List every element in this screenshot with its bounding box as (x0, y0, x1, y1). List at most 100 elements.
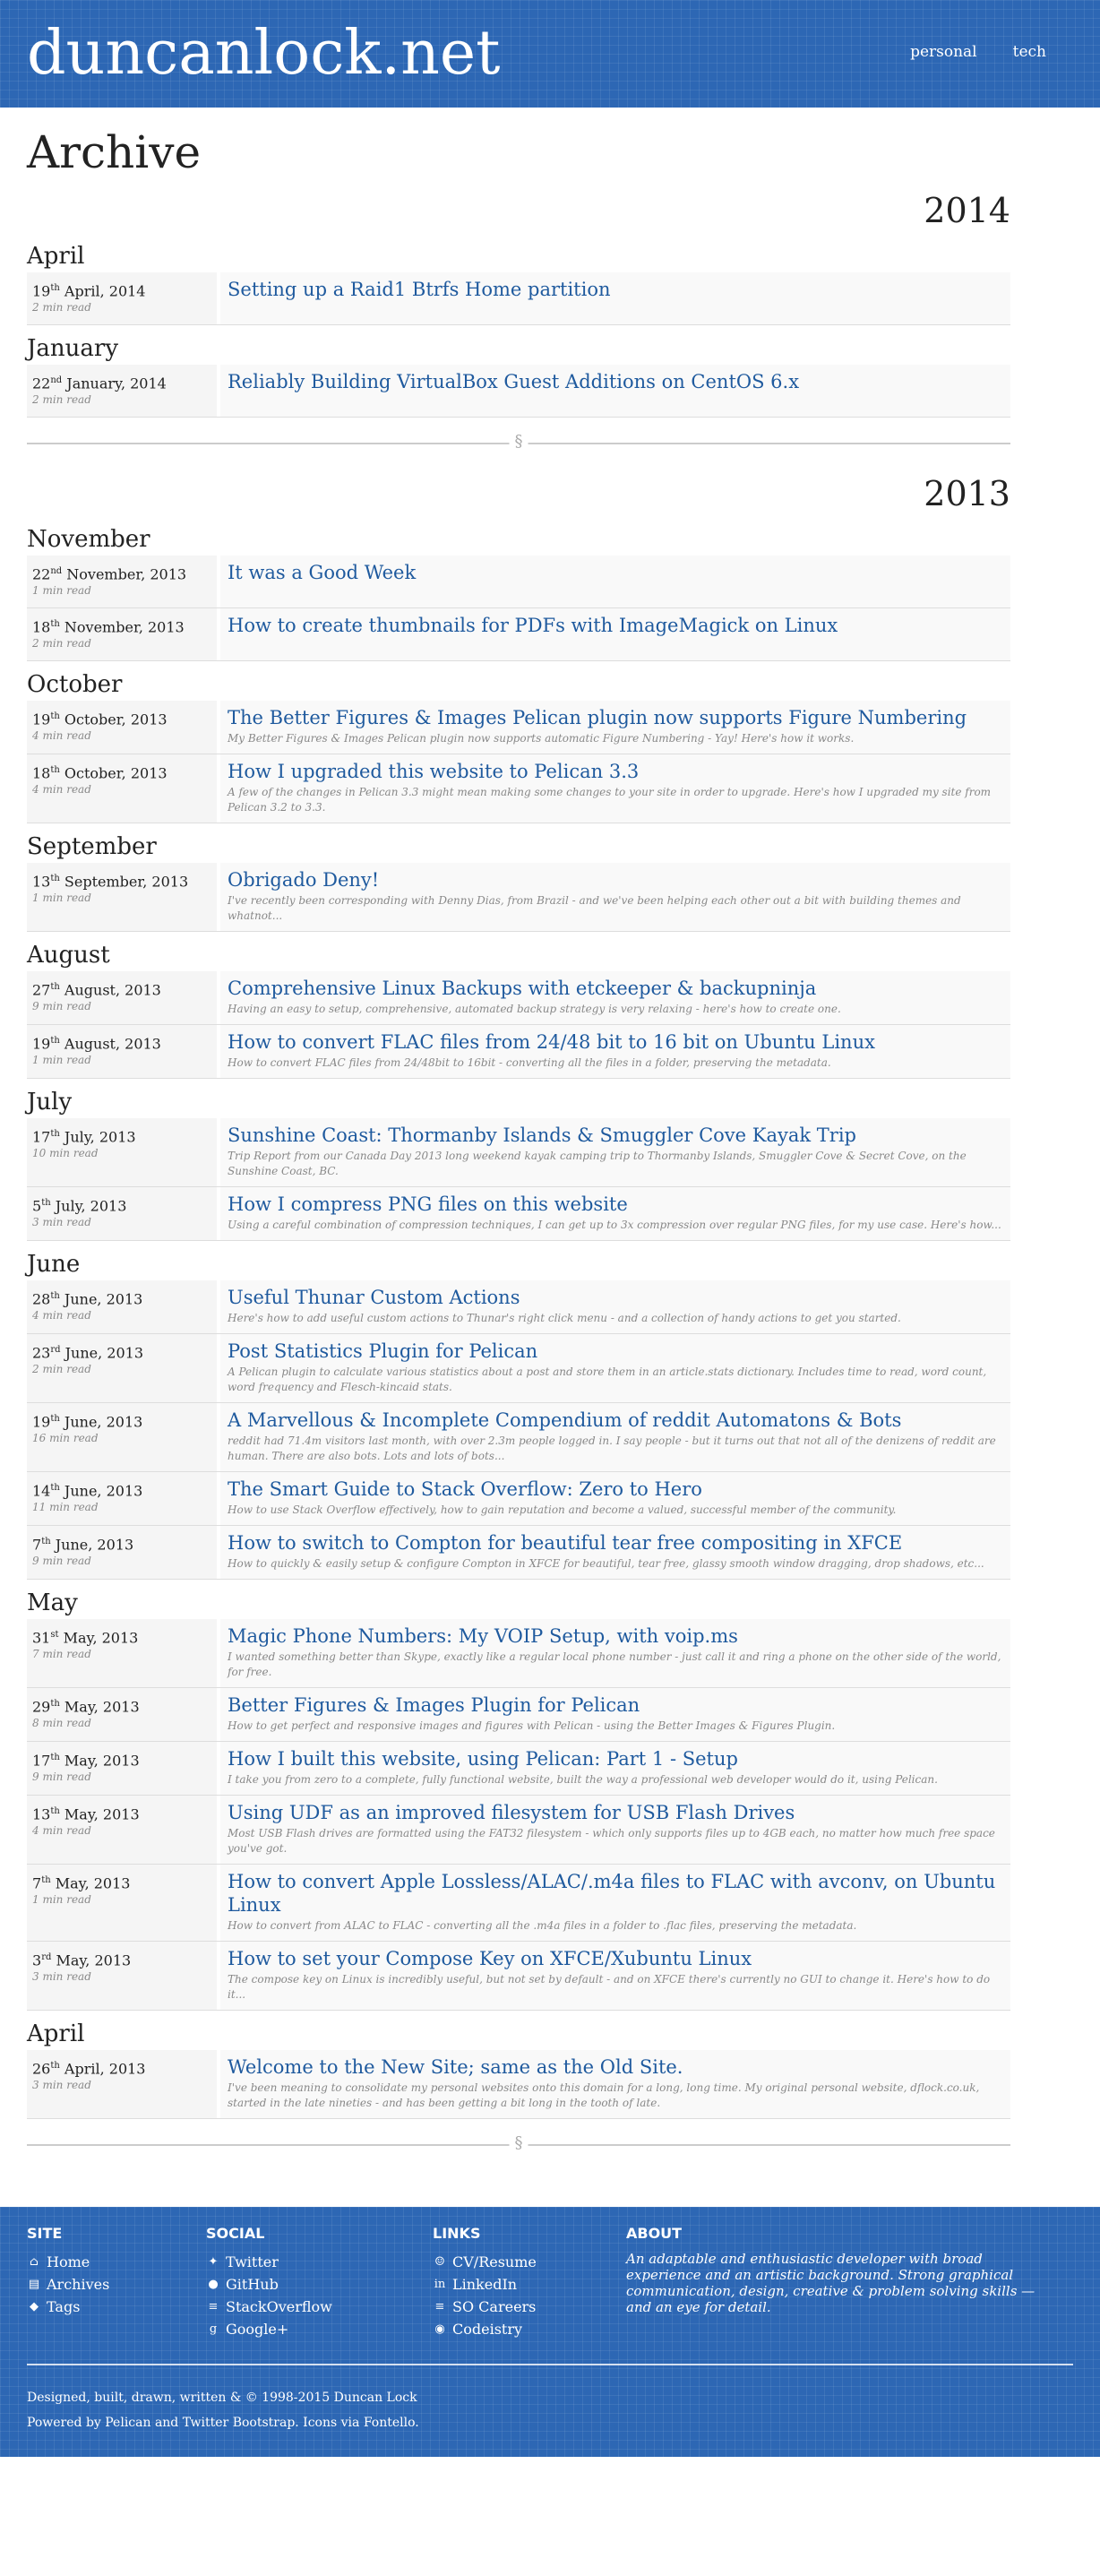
entry-title-link[interactable]: The Better Figures & Images Pelican plug… (228, 706, 1003, 729)
entry-title-link[interactable]: Obrigado Deny! (228, 868, 1003, 892)
footer-link-linkedin[interactable]: LinkedIn (452, 2273, 517, 2296)
footer-link-twitter[interactable]: Twitter (226, 2251, 279, 2273)
nav-link-personal[interactable]: personal (910, 43, 977, 61)
entry-body: Obrigado Deny! I've recently been corresp… (220, 863, 1010, 931)
month-heading: January (27, 335, 119, 362)
entry-title-link[interactable]: How to convert FLAC files from 24/48 bit… (228, 1030, 1003, 1054)
month-heading: November (27, 526, 150, 553)
footer-link-so-careers[interactable]: SO Careers (452, 2296, 536, 2318)
googleplus-icon: g (209, 2322, 218, 2336)
entry-date-day: 17 (32, 1752, 51, 1770)
month-heading: April (27, 2020, 85, 2047)
entry-body: How I built this website, using Pelican:… (220, 1742, 1010, 1795)
entry-date: 13th May, 2013 (32, 1803, 211, 1823)
entry-meta: 3rd May, 2013 3 min read (27, 1942, 217, 2010)
entry-title-link[interactable]: Welcome to the New Site; same as the Old… (228, 2055, 1003, 2079)
entry-date-rest: January, 2014 (62, 375, 167, 392)
archive-entry: 7th June, 2013 9 min read How to switch to… (27, 1526, 1010, 1580)
entry-summary: I've recently been corresponding with De… (228, 894, 961, 922)
entry-date: 28th June, 2013 (32, 1288, 211, 1308)
entry-read-time: 4 min read (32, 783, 91, 797)
entry-body: Using UDF as an improved filesystem for … (220, 1796, 1010, 1864)
footer-link-item: in LinkedIn (433, 2273, 626, 2296)
archive-entry: 23rd June, 2013 2 min read Post Statistics… (27, 1334, 1010, 1403)
entry-read-time: 1 min read (32, 1893, 91, 1907)
entry-date-rest: October, 2013 (59, 764, 168, 782)
entry-title-link[interactable]: How I compress PNG files on this website (228, 1193, 1003, 1216)
entry-date-rest: May, 2013 (59, 1805, 140, 1823)
entry-title-link[interactable]: How to convert Apple Lossless/ALAC/.m4a … (228, 1870, 1003, 1917)
entry-date-suffix: th (41, 1537, 51, 1546)
footer-credit: Designed, built, drawn, written & © 1998… (27, 2391, 417, 2405)
entry-date-rest: July, 2013 (59, 1128, 136, 1146)
footer-about-text: An adaptable and enthusiastic developer … (626, 2251, 1036, 2315)
entry-read-time: 11 min read (32, 1501, 99, 1514)
entry-title-link[interactable]: How I built this website, using Pelican:… (228, 1747, 1003, 1770)
entry-date-day: 7 (32, 1536, 42, 1554)
entry-date-suffix: th (50, 283, 60, 293)
footer-link-item: ☺ CV/Resume (433, 2251, 626, 2273)
entry-meta: 27th August, 2013 9 min read (27, 971, 217, 1024)
entry-summary: Having an easy to setup, comprehensive, … (228, 1003, 841, 1015)
entry-title-link[interactable]: Using UDF as an improved filesystem for … (228, 1801, 1003, 1824)
entry-date: 23rd June, 2013 (32, 1341, 211, 1362)
entry-title-link[interactable]: Sunshine Coast: Thormanby Islands & Smug… (228, 1124, 1003, 1147)
entry-read-time: 2 min read (32, 1363, 91, 1376)
entry-date-suffix: th (41, 1198, 51, 1208)
entry-title-link[interactable]: How to switch to Compton for beautiful t… (228, 1531, 1003, 1555)
nav-link-tech[interactable]: tech (1013, 43, 1046, 61)
entry-date-suffix: th (50, 1129, 60, 1139)
site-title[interactable]: duncanlock.net (27, 18, 501, 90)
entry-summary: reddit had 71.4m visitors last month, wi… (228, 1434, 996, 1462)
entry-date-rest: May, 2013 (58, 1629, 139, 1647)
month-heading: May (27, 1590, 78, 1616)
entry-date: 17th May, 2013 (32, 1749, 211, 1770)
entry-read-time: 10 min read (32, 1147, 99, 1160)
footer-link-item: ● GitHub (206, 2273, 433, 2296)
footer-link-home[interactable]: Home (47, 2251, 90, 2273)
footer-link-archives[interactable]: Archives (47, 2273, 109, 2296)
footer-link-cv-resume[interactable]: CV/Resume (452, 2251, 537, 2273)
entry-title-link[interactable]: A Marvellous & Incomplete Compendium of … (228, 1409, 1003, 1432)
entry-body: Reliably Building VirtualBox Guest Addit… (220, 365, 1010, 417)
entry-meta: 7th May, 2013 1 min read (27, 1865, 217, 1941)
entry-title-link[interactable]: It was a Good Week (228, 561, 1003, 584)
entry-title-link[interactable]: The Smart Guide to Stack Overflow: Zero … (228, 1478, 1003, 1501)
footer-columns: SITE ⌂ Home ▤ Archives ◆ Tags SOCIAL ✦ Twitter… (27, 2225, 1073, 2340)
footer-link-stackoverflow[interactable]: StackOverflow (226, 2296, 332, 2318)
entry-date-rest: August, 2013 (59, 1035, 161, 1053)
entry-meta: 5th July, 2013 3 min read (27, 1187, 217, 1240)
entry-summary: A few of the changes in Pelican 3.3 migh… (228, 786, 992, 814)
entry-title-link[interactable]: How to create thumbnails for PDFs with I… (228, 614, 1003, 637)
entry-meta: 18th November, 2013 2 min read (27, 608, 217, 660)
entry-read-time: 2 min read (32, 301, 91, 314)
entry-title-link[interactable]: How to set your Compose Key on XFCE/Xubu… (228, 1947, 1003, 1970)
site-footer: SITE ⌂ Home ▤ Archives ◆ Tags SOCIAL ✦ Twitter… (0, 2207, 1100, 2457)
footer-site-heading: SITE (27, 2225, 63, 2242)
entry-title-link[interactable]: Better Figures & Images Plugin for Pelic… (228, 1693, 1003, 1717)
entry-summary: How to quickly & easily setup & configur… (228, 1557, 984, 1570)
entry-title-link[interactable]: Post Statistics Plugin for Pelican (228, 1340, 1003, 1363)
entry-title-link[interactable]: Reliably Building VirtualBox Guest Addit… (228, 370, 1003, 393)
entry-title-link[interactable]: Magic Phone Numbers: My VOIP Setup, with… (228, 1624, 1003, 1648)
entry-title-link[interactable]: Setting up a Raid1 Btrfs Home partition (228, 278, 1003, 301)
entry-date-rest: May, 2013 (50, 1874, 131, 1892)
footer-link-github[interactable]: GitHub (226, 2273, 279, 2296)
entry-date-suffix: st (50, 1630, 59, 1640)
entry-title-link[interactable]: Useful Thunar Custom Actions (228, 1286, 1003, 1309)
stackoverflow-icon: ≡ (208, 2300, 219, 2313)
footer-link-codeistry[interactable]: Codeistry (452, 2318, 522, 2340)
entry-date-suffix: th (50, 874, 60, 883)
entry-date-day: 29 (32, 1698, 51, 1716)
entry-read-time: 16 min read (32, 1432, 99, 1445)
github-icon: ● (208, 2278, 219, 2291)
entry-read-time: 1 min read (32, 1054, 91, 1067)
entry-summary: Here's how to add useful custom actions … (228, 1312, 901, 1324)
archive-years: 2014 April 19th April, 2014 2 min read Setti… (27, 188, 1010, 2162)
footer-link-tags[interactable]: Tags (47, 2296, 80, 2318)
entry-title-link[interactable]: Comprehensive Linux Backups with etckeep… (228, 977, 1003, 1000)
entry-title-link[interactable]: How I upgraded this website to Pelican 3… (228, 760, 1003, 783)
footer-link-google-[interactable]: Google+ (226, 2318, 288, 2340)
entry-date-day: 19 (32, 711, 51, 728)
entry-date-day: 14 (32, 1482, 51, 1500)
